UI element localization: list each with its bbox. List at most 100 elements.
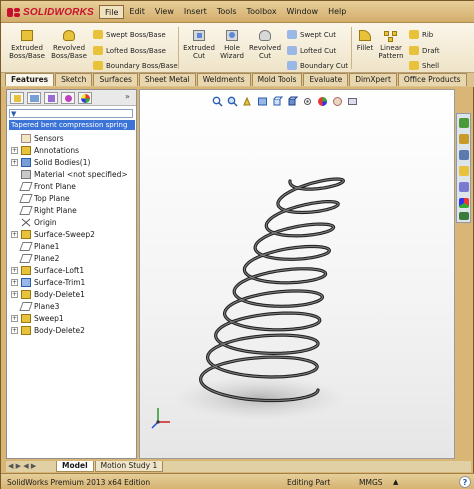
swept-cut-icon	[287, 30, 297, 39]
tab-dimxpert[interactable]: DimXpert	[349, 73, 397, 86]
tab-evaluate[interactable]: Evaluate	[303, 73, 349, 86]
featuremanager-tab-icon[interactable]	[10, 92, 24, 104]
tab-sketch[interactable]: Sketch	[55, 73, 93, 86]
hole-wizard-button[interactable]: Hole Wizard	[217, 27, 247, 60]
expand-plus-icon[interactable]: +	[11, 146, 18, 154]
draft-button[interactable]: Draft	[409, 45, 440, 56]
boundary-cut-button[interactable]: Boundary Cut	[287, 60, 348, 71]
expand-plus-icon[interactable]: +	[11, 314, 18, 322]
lofted-cut-button[interactable]: Lofted Cut	[287, 45, 336, 56]
tree-item[interactable]: + Annotations	[7, 144, 136, 156]
compression-spring-model[interactable]	[140, 90, 455, 459]
extruded-cut-button[interactable]: Extruded Cut	[181, 27, 217, 60]
revolved-cut-label: Revolved Cut	[248, 44, 282, 60]
tree-item[interactable]: + Body-Delete2	[7, 324, 136, 336]
menu-tools[interactable]: Tools	[212, 5, 242, 19]
expand-plus-icon[interactable]: +	[11, 278, 18, 286]
fillet-label: Fillet	[356, 44, 374, 52]
revolved-cut-button[interactable]: Revolved Cut	[247, 27, 283, 60]
origin-icon	[21, 218, 31, 227]
expand-plus-icon[interactable]: +	[11, 158, 18, 166]
tab-surfaces[interactable]: Surfaces	[93, 73, 138, 86]
tree-item-label: Surface-Trim1	[34, 277, 86, 287]
menu-help[interactable]: Help	[323, 5, 351, 19]
hole-wizard-icon	[223, 27, 241, 43]
fillet-button[interactable]: Fillet	[353, 27, 377, 52]
revolved-boss-icon	[60, 27, 78, 43]
appearances-scenes-icon[interactable]	[459, 198, 469, 208]
graphics-area[interactable]	[139, 89, 455, 459]
tab-office-products[interactable]: Office Products	[397, 73, 467, 86]
swept-cut-button[interactable]: Swept Cut	[287, 29, 336, 40]
menu-file[interactable]: File	[99, 5, 125, 19]
linear-pattern-button[interactable]: Linear Pattern	[377, 27, 405, 60]
view-triad-icon	[151, 408, 170, 429]
tab-features[interactable]: Features	[5, 73, 55, 86]
tab-weldments[interactable]: Weldments	[196, 73, 251, 86]
file-explorer-icon[interactable]	[459, 150, 469, 160]
menu-edit[interactable]: Edit	[124, 5, 150, 19]
dimxpertmanager-tab-icon[interactable]	[61, 92, 75, 104]
spring-coil[interactable]	[199, 177, 345, 403]
propertymanager-tab-icon[interactable]	[27, 92, 41, 104]
help-icon[interactable]: ?	[459, 476, 471, 488]
search-results-icon[interactable]	[459, 182, 469, 192]
ribbon-separator	[178, 27, 179, 69]
status-units[interactable]: MMGS	[359, 478, 383, 487]
swept-boss-button[interactable]: Swept Boss/Base	[93, 29, 166, 40]
plane-icon	[19, 181, 33, 191]
swept-cut-label: Swept Cut	[300, 30, 336, 39]
tree-filter-input[interactable]: ▼	[9, 109, 133, 118]
menu-view[interactable]: View	[150, 5, 179, 19]
tab-scroll-arrows-icon[interactable]: ◀ ▶ ◀ ▶	[6, 461, 56, 472]
tree-item[interactable]: Front Plane	[7, 180, 136, 192]
revolved-boss-button[interactable]: Revolved Boss/Base	[49, 27, 89, 60]
custom-properties-icon[interactable]	[459, 212, 469, 220]
tree-item[interactable]: Right Plane	[7, 204, 136, 216]
tree-item[interactable]: + Surface-Trim1	[7, 276, 136, 288]
tab-motion-study-1[interactable]: Motion Study 1	[94, 461, 164, 472]
tree-item[interactable]: + Surface-Loft1	[7, 264, 136, 276]
solidworks-resources-icon[interactable]	[459, 118, 469, 128]
tree-item[interactable]: + Surface-Sweep2	[7, 228, 136, 240]
swept-boss-icon	[93, 30, 103, 39]
expand-plus-icon[interactable]: +	[11, 326, 18, 334]
expand-plus-icon[interactable]: +	[11, 266, 18, 274]
tree-item[interactable]: Plane2	[7, 252, 136, 264]
boundary-boss-button[interactable]: Boundary Boss/Base	[93, 60, 178, 71]
tree-item[interactable]: Plane1	[7, 240, 136, 252]
tab-sheet-metal[interactable]: Sheet Metal	[138, 73, 196, 86]
menu-window[interactable]: Window	[282, 5, 324, 19]
shell-icon	[409, 61, 419, 70]
lofted-boss-button[interactable]: Lofted Boss/Base	[93, 45, 166, 56]
units-chevron-icon[interactable]: ▲	[393, 478, 398, 486]
tree-item[interactable]: + Body-Delete1	[7, 288, 136, 300]
tree-item[interactable]: Sensors	[7, 132, 136, 144]
rib-button[interactable]: Rib	[409, 29, 433, 40]
solidworks-logo[interactable]: SOLIDWORKS	[7, 6, 94, 18]
tree-item[interactable]: Plane3	[7, 300, 136, 312]
view-palette-icon[interactable]	[459, 166, 469, 176]
tree-item-label: Material <not specified>	[34, 169, 128, 179]
tab-model[interactable]: Model	[56, 461, 94, 472]
extruded-boss-button[interactable]: Extruded Boss/Base	[7, 27, 47, 60]
tree-root-part[interactable]: Tapered bent compression spring	[9, 120, 135, 130]
tree-item[interactable]: Material <not specified>	[7, 168, 136, 180]
shell-button[interactable]: Shell	[409, 60, 439, 71]
displaymanager-tab-icon[interactable]	[78, 92, 92, 104]
panel-expand-chevron-icon[interactable]: »	[125, 92, 130, 101]
menu-toolbox[interactable]: Toolbox	[242, 5, 282, 19]
expand-plus-icon[interactable]: +	[11, 230, 18, 238]
shell-label: Shell	[422, 61, 440, 70]
tree-item[interactable]: + Sweep1	[7, 312, 136, 324]
design-library-icon[interactable]	[459, 134, 469, 144]
tree-item[interactable]: + Solid Bodies(1)	[7, 156, 136, 168]
menu-insert[interactable]: Insert	[179, 5, 212, 19]
tree-item[interactable]: Origin	[7, 216, 136, 228]
tree-item[interactable]: Top Plane	[7, 192, 136, 204]
configurationmanager-tab-icon[interactable]	[44, 92, 58, 104]
tab-mold-tools[interactable]: Mold Tools	[251, 73, 303, 86]
expand-plus-icon[interactable]: +	[11, 290, 18, 298]
tree-item-label: Top Plane	[34, 193, 70, 203]
surface-trim-icon	[21, 277, 31, 287]
